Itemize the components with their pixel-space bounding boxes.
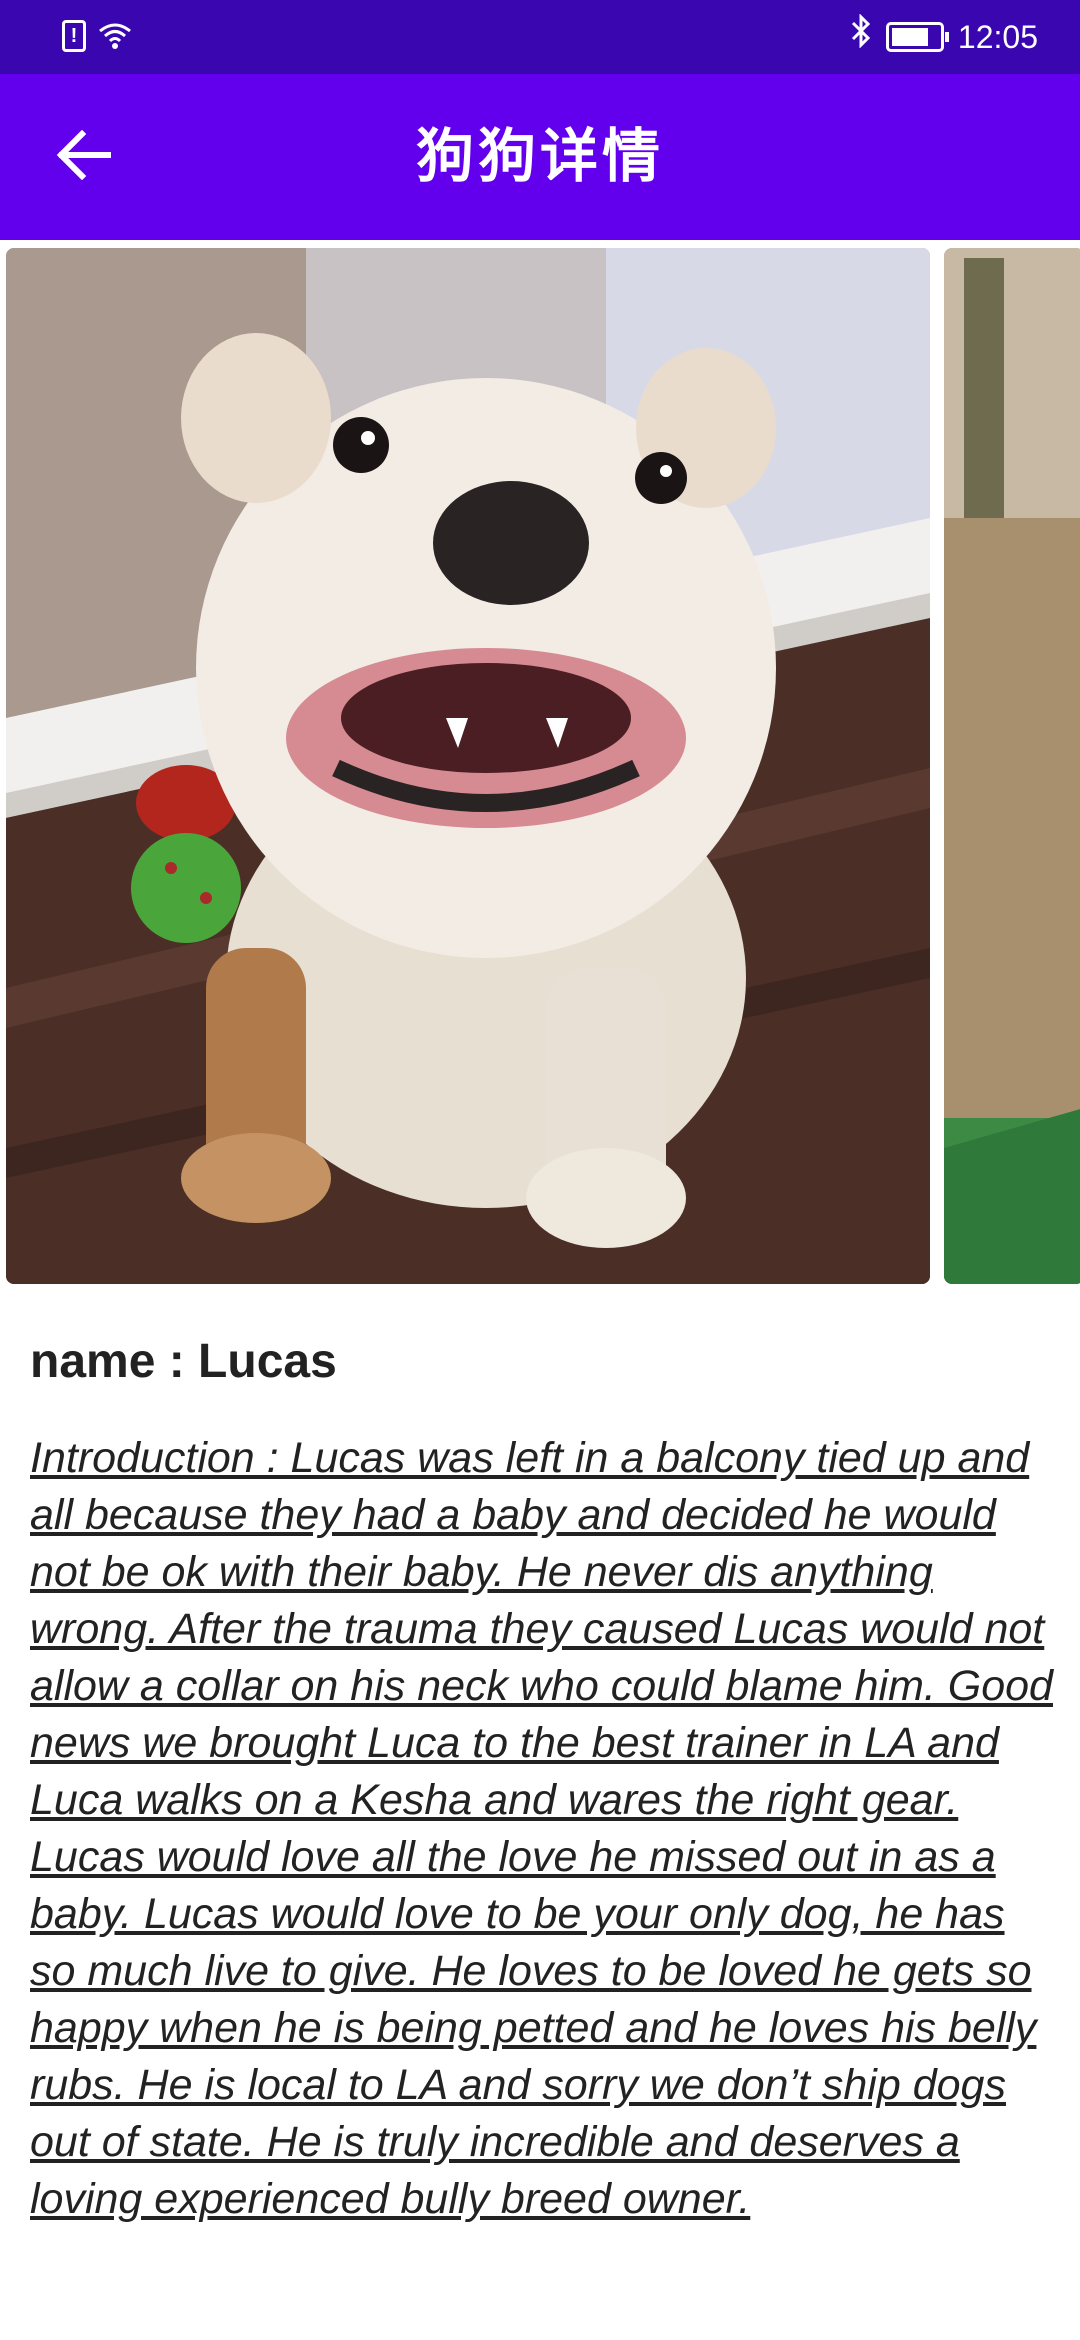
bulldog-photo[interactable] — [6, 248, 930, 1284]
status-bar: 12:05 — [0, 0, 1080, 74]
bluetooth-icon — [850, 13, 872, 60]
image-carousel[interactable] — [0, 246, 1080, 1286]
clock-time: 12:05 — [957, 19, 1038, 55]
app-bar: 狗狗详情 — [0, 74, 1080, 240]
next-dog-photo[interactable] — [944, 248, 1080, 1284]
wifi-icon — [98, 21, 132, 51]
status-right-icons: 12:05 — [850, 13, 1038, 60]
battery-icon — [885, 22, 949, 52]
page-title: 狗狗详情 — [415, 124, 664, 189]
dog-introduction: Introduction : Lucas was left in a balco… — [30, 1434, 1053, 2223]
status-left-icons — [62, 20, 132, 52]
dog-name: name : Lucas — [30, 1335, 337, 1388]
sim-alert-icon — [62, 20, 86, 52]
